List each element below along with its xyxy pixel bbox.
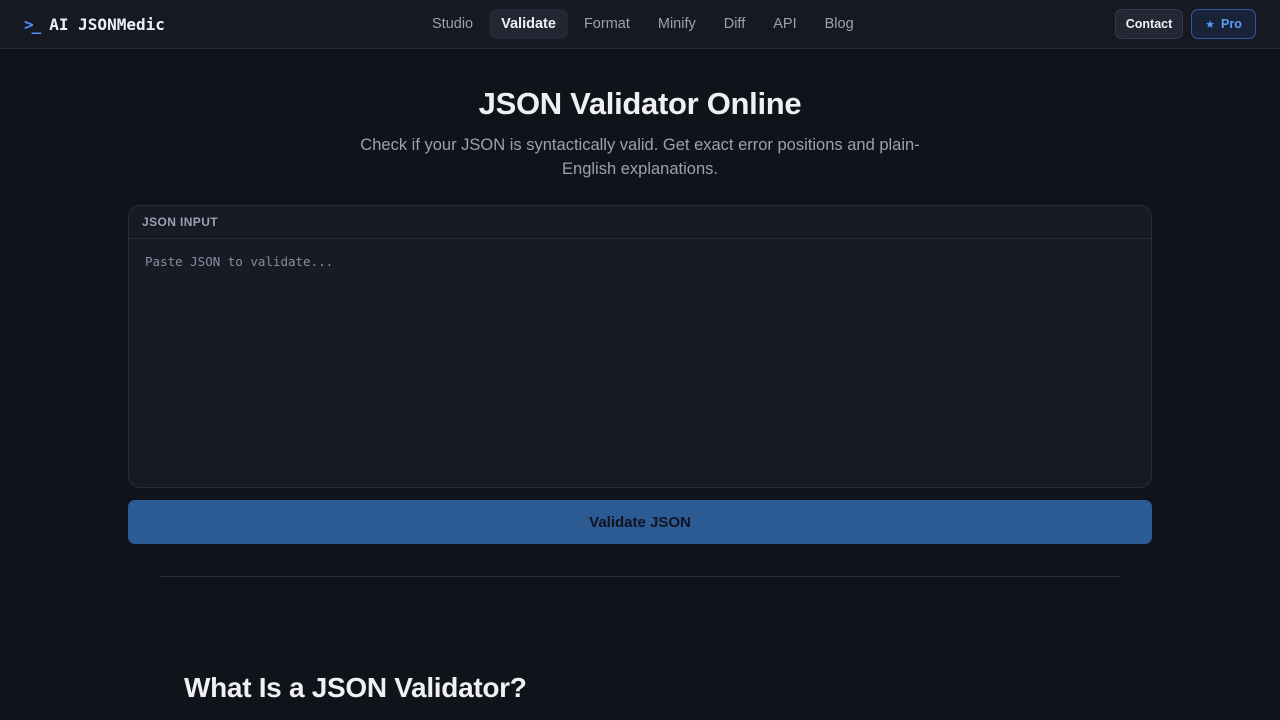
brand-logo[interactable]: >_ AI JSONMedic <box>24 13 165 35</box>
contact-button[interactable]: Contact <box>1115 9 1183 39</box>
page-subtitle: Check if your JSON is syntactically vali… <box>360 136 920 178</box>
nav-item-studio[interactable]: Studio <box>420 9 485 39</box>
nav-item-format[interactable]: Format <box>572 9 642 39</box>
pro-button-label: Pro <box>1221 17 1242 31</box>
section-title: What Is a JSON Validator? <box>184 672 527 703</box>
nav-item-blog[interactable]: Blog <box>813 9 866 39</box>
nav-item-diff[interactable]: Diff <box>712 9 758 39</box>
star-icon: ★ <box>1205 18 1216 31</box>
terminal-prompt-icon: >_ <box>24 14 41 34</box>
section-divider <box>160 576 1120 577</box>
brand-name: AI JSONMedic <box>49 14 165 34</box>
json-input-header: JSON INPUT <box>129 206 1151 239</box>
nav-item-minify[interactable]: Minify <box>646 9 708 39</box>
pro-button[interactable]: ★ Pro <box>1191 9 1256 39</box>
nav-item-api[interactable]: API <box>761 9 808 39</box>
nav-item-validate[interactable]: Validate <box>489 9 568 39</box>
json-input-panel: JSON INPUT <box>128 205 1152 488</box>
page-title: JSON Validator Online <box>478 86 802 121</box>
json-input-textarea[interactable] <box>129 239 1151 487</box>
main-nav: Studio Validate Format Minify Diff API B… <box>420 8 866 40</box>
top-nav-bar: >_ AI JSONMedic Studio Validate Format M… <box>0 0 1280 49</box>
validate-json-button[interactable]: Validate JSON <box>128 500 1152 544</box>
